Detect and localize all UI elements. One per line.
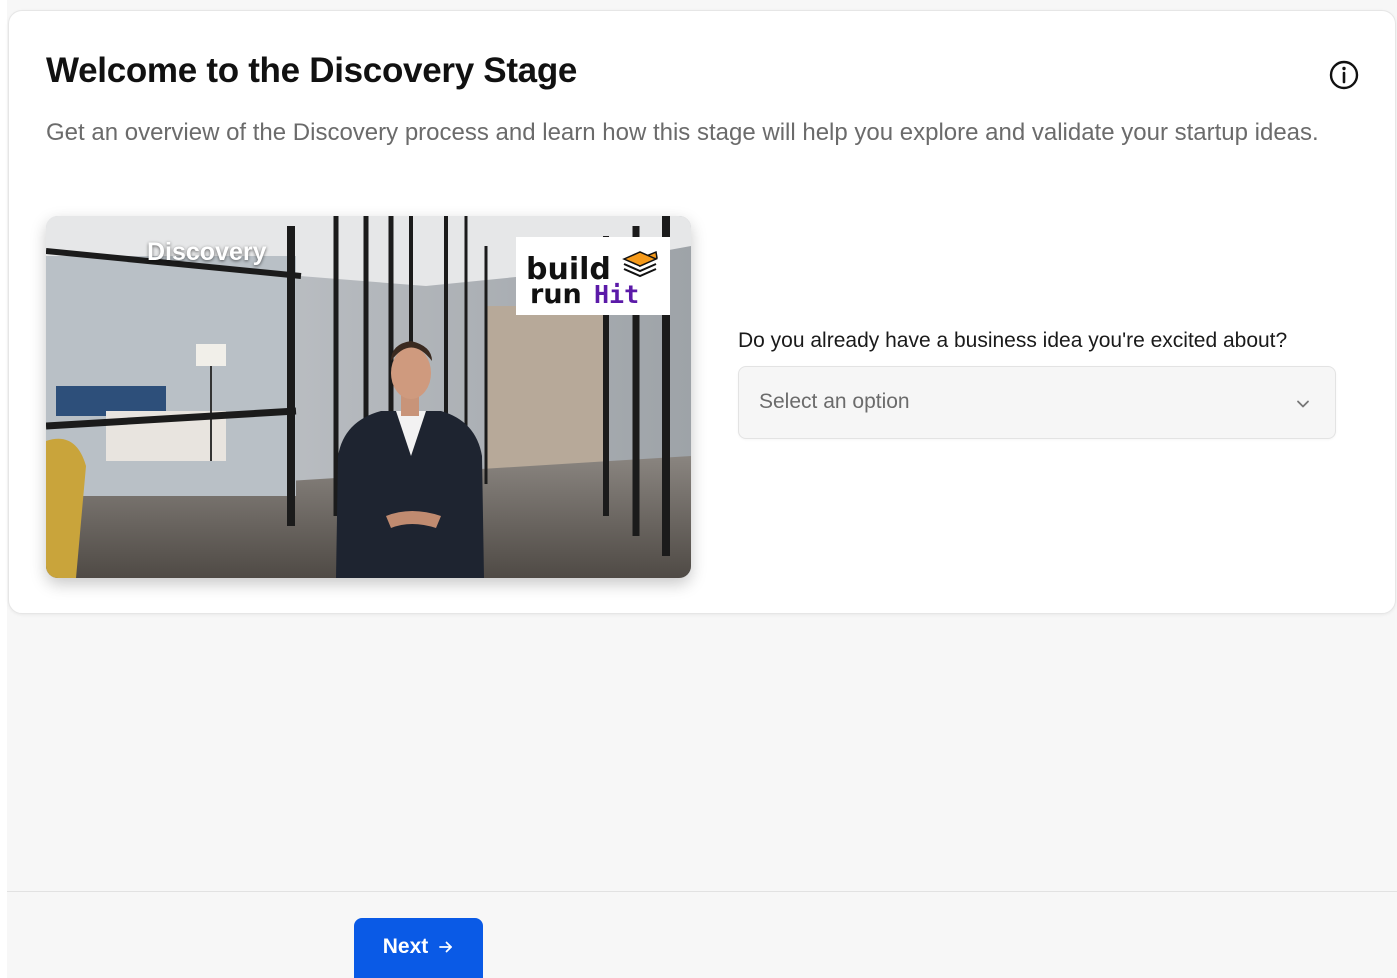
next-button[interactable]: Next — [354, 918, 483, 978]
buildrunhit-logo: build run Hit — [516, 237, 670, 315]
business-idea-select[interactable]: Select an option — [738, 366, 1336, 439]
next-button-label: Next — [382, 935, 429, 958]
footer-divider — [7, 891, 1397, 892]
logo-text-hit: Hit — [594, 280, 639, 309]
discovery-video[interactable]: Discovery build run Hit — [46, 216, 691, 578]
logo-text-run: run — [530, 279, 582, 310]
select-placeholder: Select an option — [759, 390, 910, 413]
page-title: Welcome to the Discovery Stage — [46, 51, 578, 90]
arrow-right-icon — [439, 941, 453, 953]
video-label: Discovery — [147, 238, 267, 266]
stack-icon — [622, 250, 658, 278]
chevron-down-icon — [1297, 400, 1309, 408]
intro-card: Welcome to the Discovery Stage Get an ov… — [8, 10, 1396, 614]
left-edge — [0, 0, 7, 978]
business-idea-question: Do you already have a business idea you'… — [738, 329, 1288, 352]
info-icon[interactable] — [1328, 59, 1360, 91]
page-subtitle: Get an overview of the Discovery process… — [46, 119, 1319, 146]
